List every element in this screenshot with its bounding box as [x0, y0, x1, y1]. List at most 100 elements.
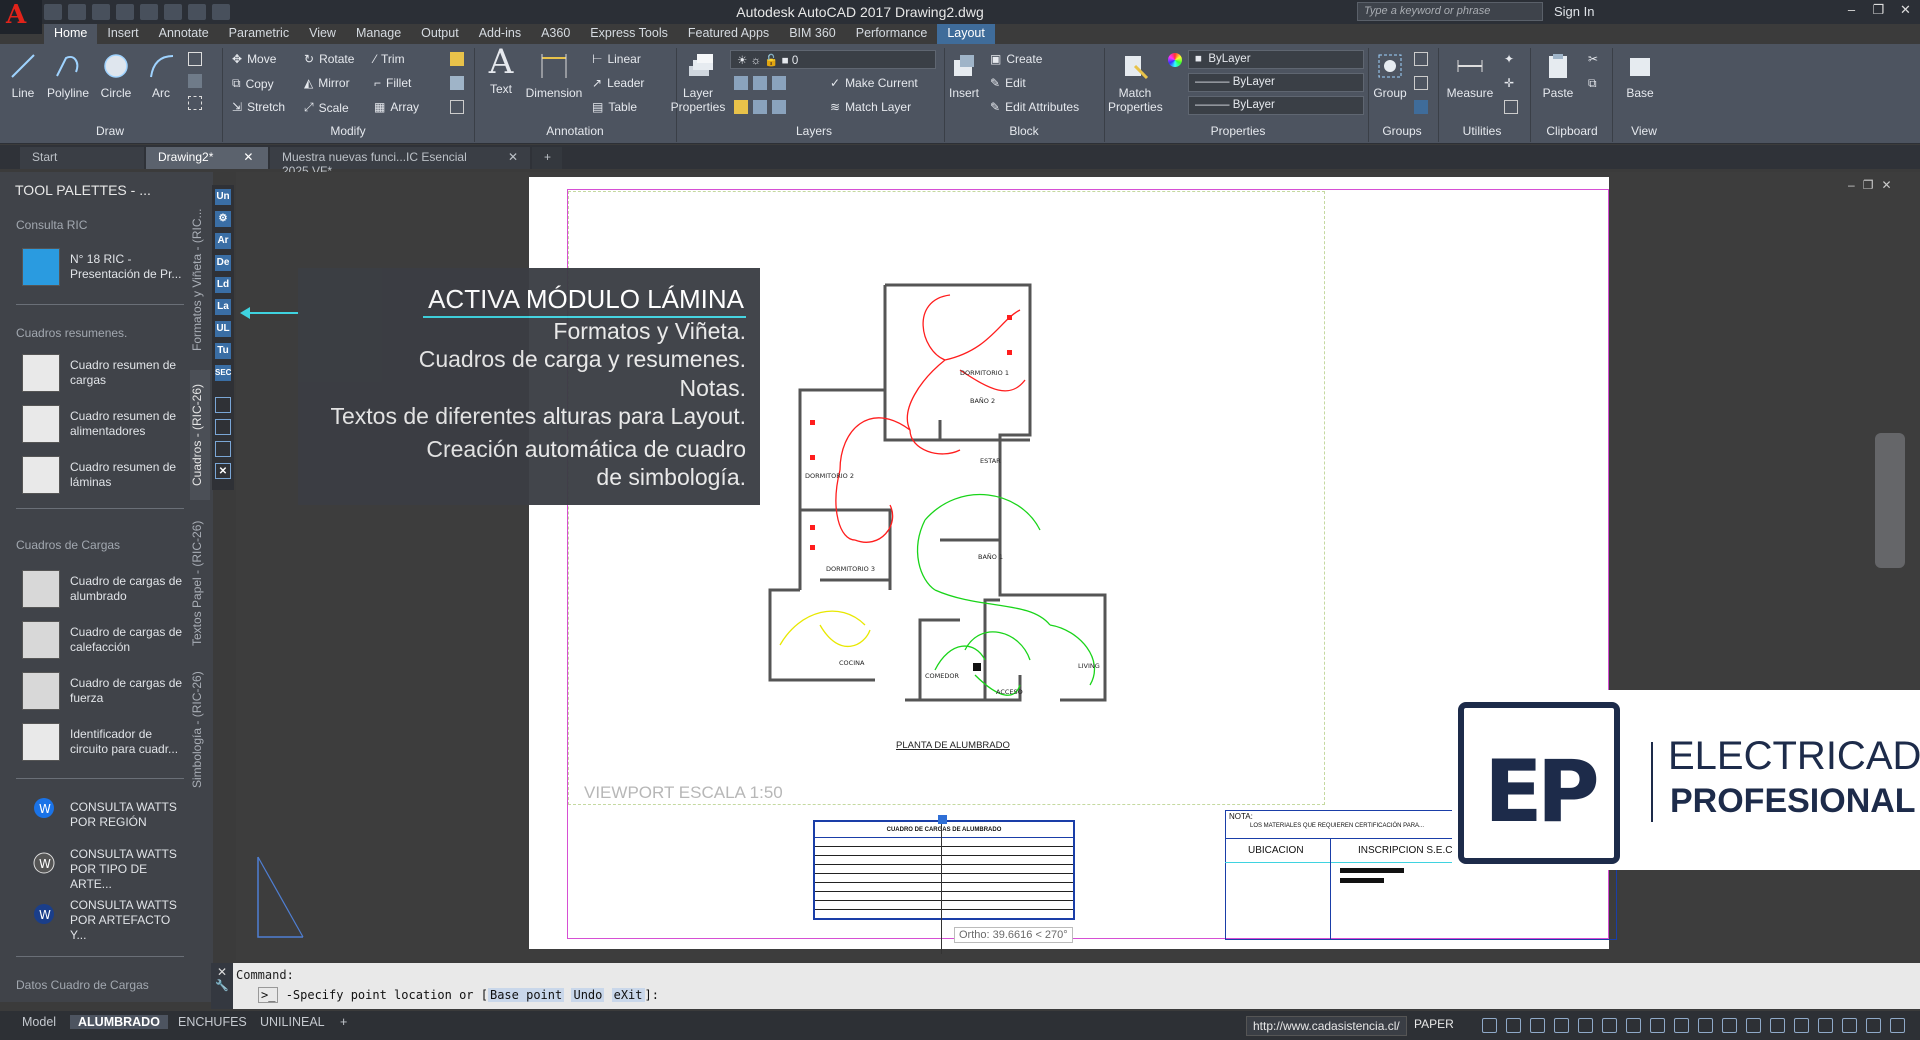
measure-button[interactable]: Measure [1442, 50, 1498, 100]
tab-performance[interactable]: Performance [846, 24, 938, 44]
make-current-button[interactable]: ✓ Make Current [830, 76, 918, 90]
match-properties-button[interactable]: Match Properties [1108, 50, 1163, 114]
file-tab-muestra[interactable]: Muestra nuevas funci...IC Esencial 2025 … [270, 147, 530, 178]
close-icon[interactable]: ✕ [1892, 0, 1919, 22]
palette-item-ric18[interactable]: N° 18 RIC - Presentación de Pr... [22, 248, 185, 286]
command-window-handle[interactable]: ✕ 🔧 [211, 963, 233, 1009]
lineweight-dropdown[interactable]: ——— ByLayer [1188, 96, 1364, 115]
group-button[interactable]: Group [1370, 50, 1410, 100]
side-btn-un[interactable]: Un [215, 189, 231, 205]
linear-button[interactable]: ⊢ Linear [592, 52, 641, 66]
create-block-button[interactable]: ▣ Create [990, 52, 1042, 66]
circle-button[interactable]: Circle [98, 50, 134, 100]
close-icon[interactable]: ✕ [1881, 178, 1891, 192]
calculator-icon[interactable] [1504, 100, 1518, 114]
menu-icon[interactable] [1890, 1018, 1905, 1033]
rotate-button[interactable]: ↻ Rotate [304, 52, 354, 66]
new-file-icon[interactable] [44, 4, 62, 20]
website-link[interactable]: http://www.cadasistencia.cl/ [1246, 1016, 1407, 1036]
tab-annotate[interactable]: Annotate [149, 24, 219, 44]
rectangle-icon[interactable] [188, 52, 202, 66]
hatch-icon[interactable] [188, 74, 202, 88]
sign-in-button[interactable]: Sign In [1554, 4, 1594, 19]
tab-a360[interactable]: A360 [531, 24, 580, 44]
offset-icon[interactable] [450, 100, 464, 114]
edit-attributes-button[interactable]: ✎ Edit Attributes [990, 100, 1079, 114]
command-option-undo[interactable]: Undo [571, 988, 605, 1002]
explode-icon[interactable] [450, 76, 464, 90]
customization-icon[interactable] [1866, 1018, 1881, 1033]
tab-bim360[interactable]: BIM 360 [779, 24, 846, 44]
vtab-formatos[interactable]: Formatos y Viñeta - (RIC... [190, 205, 210, 355]
command-window[interactable] [211, 963, 1920, 1009]
region-icon[interactable] [188, 96, 202, 110]
minimize-icon[interactable]: – [1838, 0, 1865, 22]
scale-button[interactable]: ⤢ Scale [304, 100, 349, 115]
palette-item-watts-artefacto[interactable]: W CONSULTA WATTS POR ARTEFACTO Y... [22, 898, 185, 943]
tab-output[interactable]: Output [411, 24, 469, 44]
undo-icon[interactable] [164, 4, 182, 20]
side-btn-sec[interactable]: SEC [215, 365, 231, 381]
properties-panel-label[interactable]: Properties [1108, 124, 1368, 142]
tab-home[interactable]: Home [44, 24, 98, 44]
layers-panel-label[interactable]: Layers [680, 124, 948, 142]
trim-button[interactable]: ⁄ Trim [374, 52, 405, 66]
tab-express-tools[interactable]: Express Tools [580, 24, 678, 44]
paste-button[interactable]: Paste [1534, 50, 1582, 100]
quick-calc-icon[interactable]: ✦ [1504, 52, 1514, 66]
command-option-base-point[interactable]: Base point [487, 988, 565, 1002]
cut-icon[interactable]: ✂ [1588, 52, 1598, 66]
vtab-cuadros[interactable]: Cuadros - (RIC-26) [190, 370, 210, 500]
copy-clip-icon[interactable]: ⧉ [1588, 76, 1597, 91]
match-layer-button[interactable]: ≋ Match Layer [830, 100, 911, 114]
layout-tab-unilineal[interactable]: UNILINEAL [260, 1015, 325, 1029]
modify-panel-label[interactable]: Modify [226, 124, 470, 142]
frame-icon[interactable] [215, 419, 231, 435]
grip-icon[interactable] [938, 815, 947, 824]
layout-tab-model[interactable]: Model [22, 1015, 56, 1029]
gear-icon[interactable]: ⚙ [215, 211, 231, 227]
add-layout-icon[interactable]: + [340, 1015, 347, 1029]
layer-tools-icon[interactable] [734, 76, 786, 90]
vtab-simbologia[interactable]: Simbología - (RIC-26) [190, 665, 210, 795]
groups-panel-label[interactable]: Groups [1370, 124, 1434, 142]
ortho-icon[interactable] [1506, 1018, 1521, 1033]
paper-space-toggle[interactable]: PAPER [1414, 1017, 1454, 1031]
palette-item-watts-region[interactable]: W CONSULTA WATTS POR REGIÓN [22, 796, 185, 834]
clipboard-panel-label[interactable]: Clipboard [1534, 124, 1610, 142]
workspace-gear-icon[interactable] [1674, 1018, 1689, 1033]
draw-panel-label[interactable]: Draw [0, 124, 220, 142]
stretch-button[interactable]: ⇲ Stretch [232, 100, 285, 114]
command-input[interactable]: >_ -Specify point location or [Base poin… [258, 987, 659, 1003]
mirror-button[interactable]: ◭ Mirror [304, 76, 350, 90]
viewport-icon[interactable] [215, 397, 231, 413]
app-menu-button[interactable]: A [0, 0, 42, 34]
save-icon[interactable] [92, 4, 110, 20]
layer-tools-icon-2[interactable] [734, 100, 786, 114]
frame-icon-2[interactable] [215, 441, 231, 457]
quick-properties-icon[interactable] [1746, 1018, 1761, 1033]
array-button[interactable]: ▦ Array [374, 100, 419, 114]
hardware-acceleration-icon[interactable] [1818, 1018, 1833, 1033]
palette-item-resumen-laminas[interactable]: Cuadro resumen de láminas [22, 456, 185, 494]
close-icon[interactable]: ✕ [211, 965, 233, 979]
edit-block-button[interactable]: ✎ Edit [990, 76, 1026, 90]
snap-icon[interactable] [1482, 1018, 1497, 1033]
leader-button[interactable]: ↗ Leader [592, 76, 644, 90]
line-button[interactable]: Line [6, 50, 40, 100]
tab-parametric[interactable]: Parametric [219, 24, 299, 44]
palette-item-resumen-alimentadores[interactable]: Cuadro resumen de alimentadores [22, 405, 185, 443]
layer-properties-button[interactable]: Layer Properties [668, 50, 732, 114]
palette-item-cargas-alumbrado[interactable]: Cuadro de cargas de alumbrado [22, 570, 185, 608]
clean-screen-icon[interactable] [1842, 1018, 1857, 1033]
annotation-panel-label[interactable]: Annotation [478, 124, 672, 142]
annotation-scale-icon[interactable] [1650, 1018, 1665, 1033]
side-btn-ul[interactable]: UL [215, 321, 231, 337]
restore-icon[interactable]: ❐ [1865, 0, 1892, 22]
palette-item-identificador[interactable]: Identificador de circuito para cuadr... [22, 723, 185, 761]
minimize-icon[interactable]: – [1848, 178, 1855, 192]
customize-icon[interactable] [212, 4, 230, 20]
tab-view[interactable]: View [299, 24, 346, 44]
side-btn-tu[interactable]: Tu [215, 343, 231, 359]
arc-button[interactable]: Arc [146, 50, 176, 100]
